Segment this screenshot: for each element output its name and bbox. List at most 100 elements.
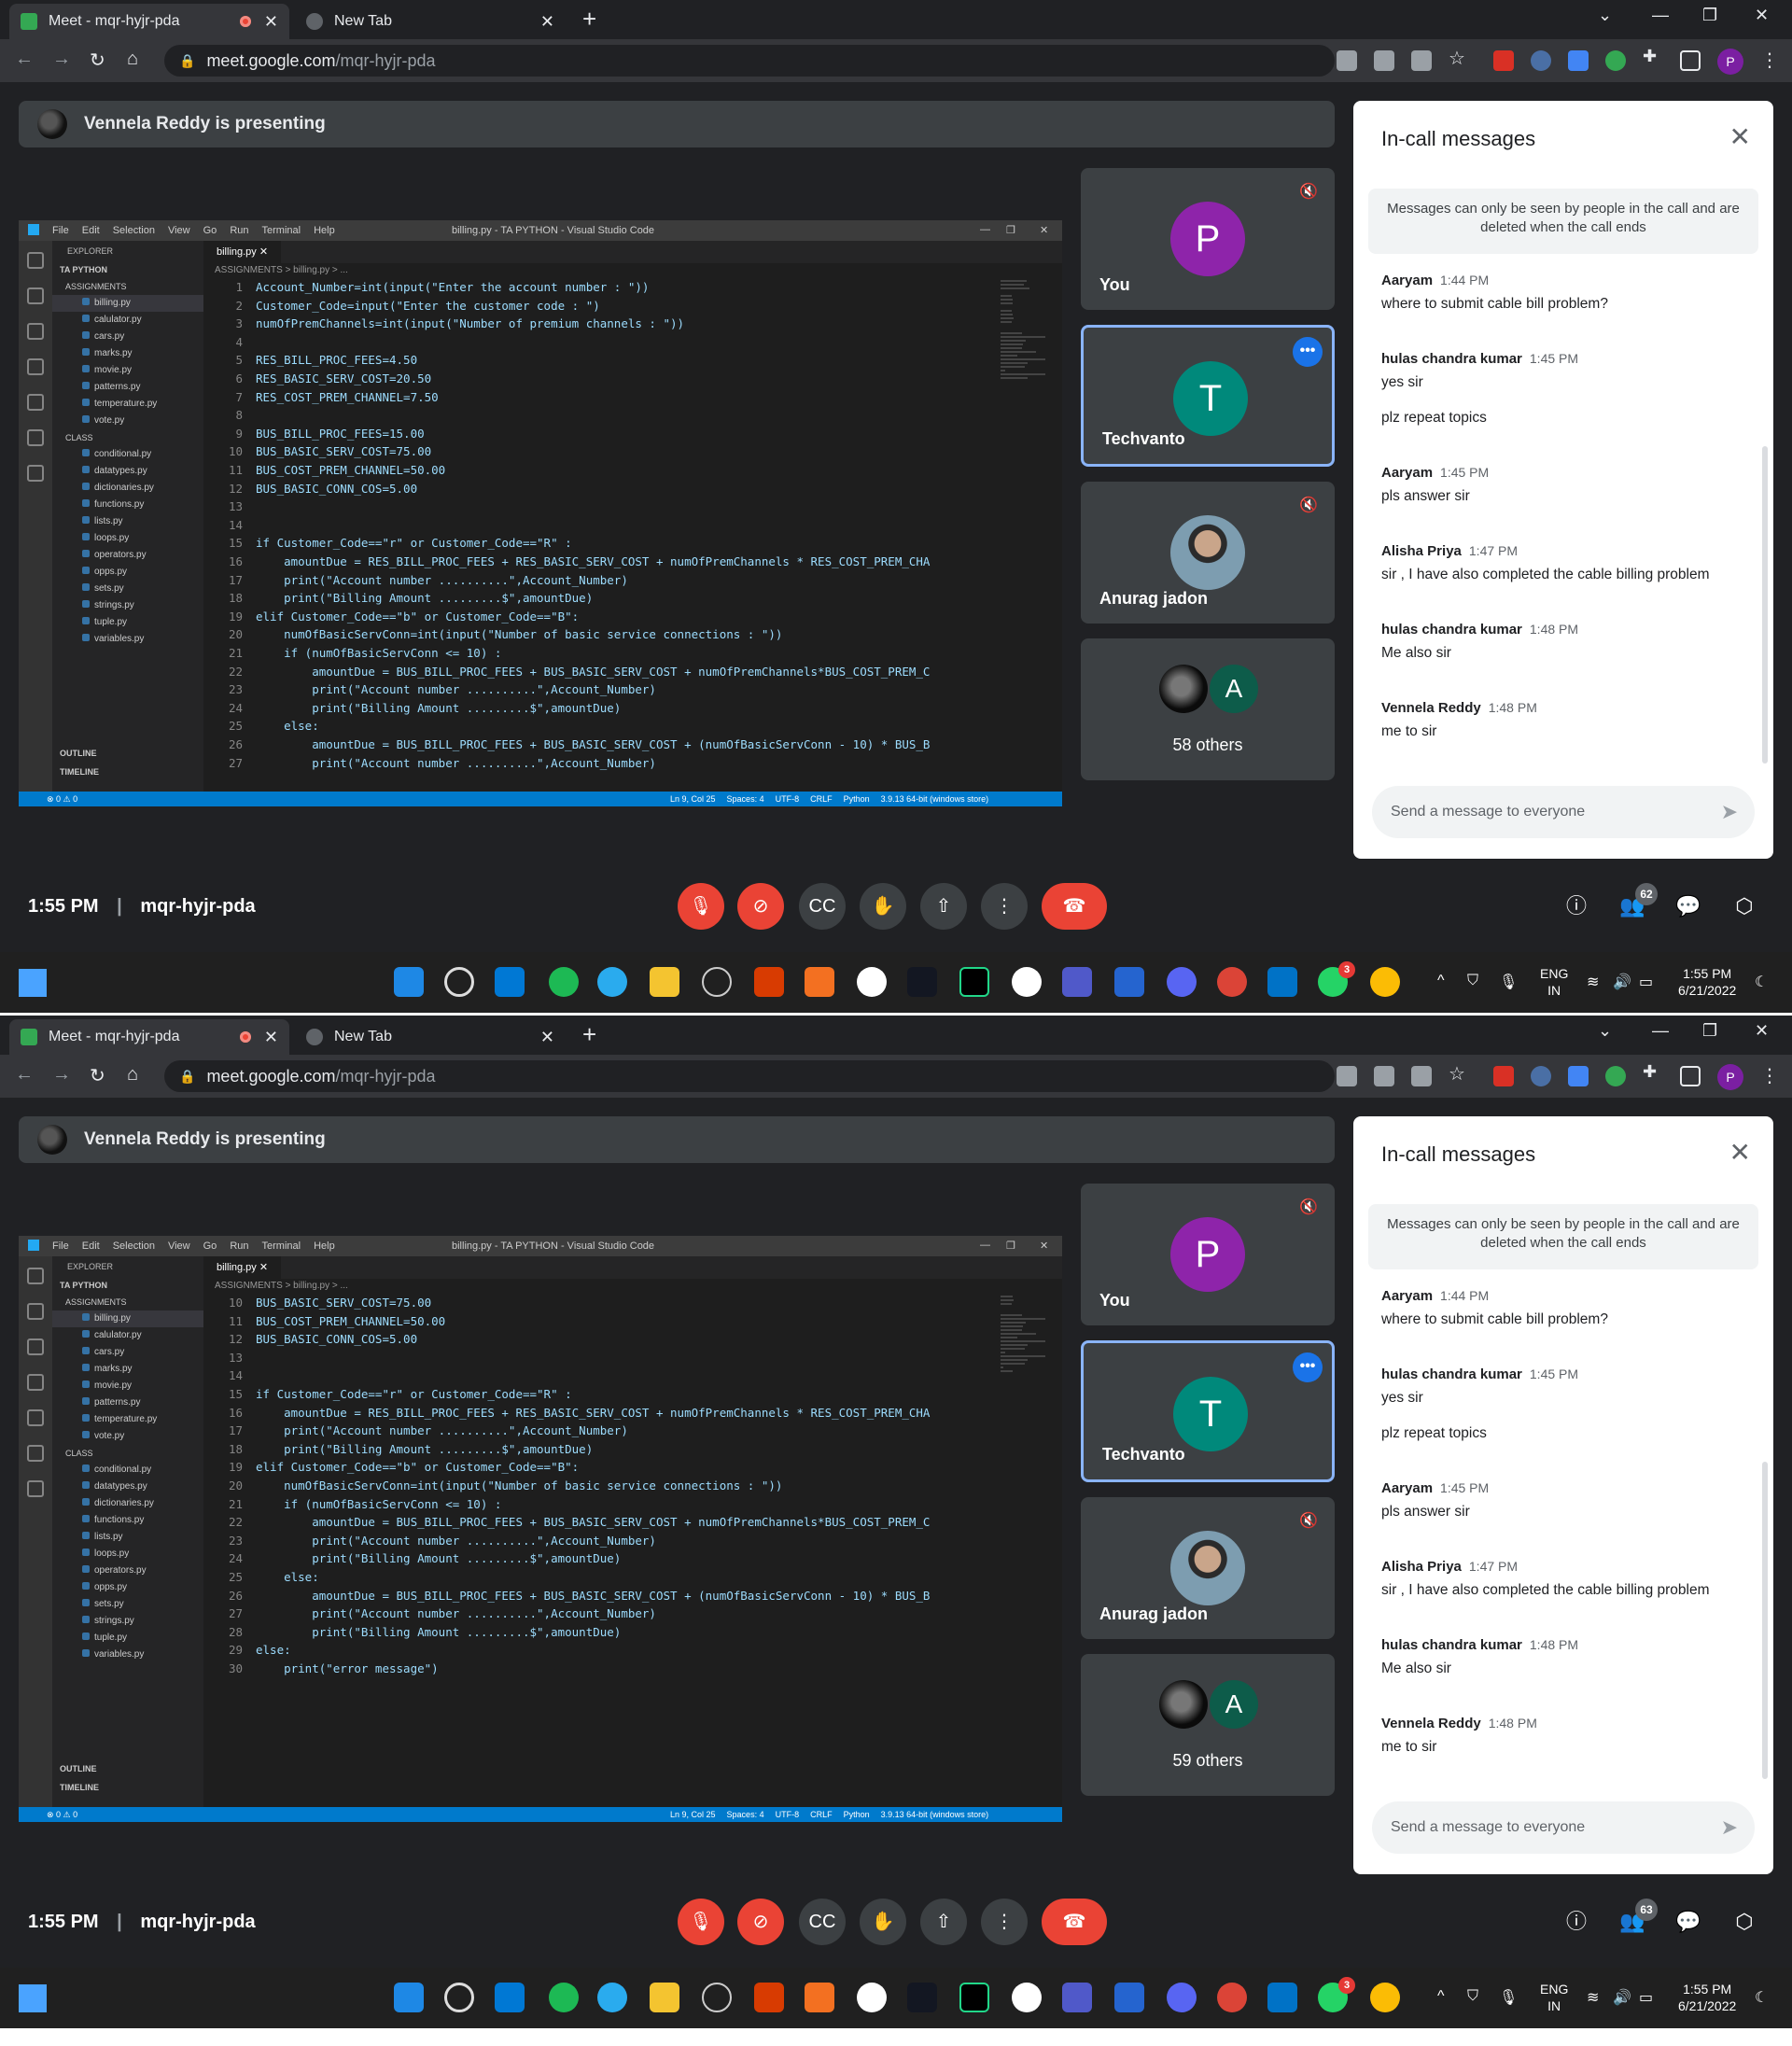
share-icon[interactable] [1411, 50, 1432, 71]
chrome-profile-icon[interactable] [1217, 967, 1247, 997]
language-indicator[interactable]: ENG IN [1540, 965, 1568, 999]
chat-scrollbar[interactable] [1762, 446, 1768, 764]
people-icon[interactable]: 👥 63 [1617, 1899, 1658, 1938]
end-call-icon[interactable]: ☎ [1042, 883, 1107, 930]
tab-search-chevron-icon[interactable]: ⌄ [1598, 6, 1612, 25]
taskbar-search-icon[interactable] [444, 1983, 474, 2012]
spotify-icon[interactable] [549, 967, 579, 997]
windows-widgets-icon[interactable] [19, 969, 47, 997]
close-tab-icon[interactable]: ✕ [264, 1028, 278, 1047]
activities-icon[interactable]: ⬡ [1729, 1906, 1760, 1938]
home-icon[interactable]: ⌂ [127, 49, 138, 70]
back-icon[interactable]: ← [15, 1064, 34, 1086]
raise-hand-icon[interactable]: ✋ [860, 1899, 906, 1945]
battery-icon[interactable]: ▭ [1639, 973, 1653, 991]
participant-tile[interactable]: T Techvanto ••• [1081, 1340, 1335, 1482]
close-chat-icon[interactable]: ✕ [1729, 121, 1751, 152]
chat-message-input[interactable]: Send a message to everyone ➤ [1372, 1801, 1755, 1854]
volume-icon[interactable]: 🔊 [1613, 1988, 1631, 2007]
extension-blue-icon[interactable] [1568, 1066, 1589, 1086]
notification-moon-icon[interactable]: ☾ [1755, 973, 1768, 991]
more-options-icon[interactable]: ⋮ [981, 883, 1028, 930]
todo-icon[interactable] [1114, 1983, 1144, 2012]
back-icon[interactable]: ← [15, 49, 34, 70]
tradingview-icon[interactable] [907, 967, 937, 997]
close-tab-icon[interactable]: ✕ [540, 12, 554, 32]
discord-icon[interactable] [1167, 967, 1197, 997]
participant-tile[interactable]: Anurag jadon 🔇 [1081, 1497, 1335, 1639]
profile-avatar[interactable]: P [1717, 1064, 1743, 1090]
discord-icon[interactable] [1167, 1983, 1197, 2012]
security-tray-icon[interactable]: ⛉ [1467, 973, 1478, 989]
info-icon[interactable]: ⓘ [1561, 890, 1592, 922]
present-icon[interactable]: ⇧ [920, 1899, 967, 1945]
app-orange-icon[interactable] [805, 967, 834, 997]
tab-meet[interactable]: Meet - mqr-hyjr-pda ✕ [9, 1019, 289, 1055]
chrome-icon[interactable] [1370, 967, 1400, 997]
translate-icon[interactable] [1374, 1066, 1394, 1086]
mail-icon[interactable] [1267, 967, 1297, 997]
office-icon[interactable] [754, 967, 784, 997]
mail-icon[interactable] [1267, 1983, 1297, 2012]
close-tab-icon[interactable]: ✕ [540, 1028, 554, 1047]
bookmark-star-icon[interactable]: ☆ [1449, 1062, 1469, 1085]
start-button-icon[interactable] [394, 1983, 424, 2012]
participant-tile[interactable]: T Techvanto ••• [1081, 325, 1335, 467]
camera-off-icon[interactable]: ⊘ [737, 883, 784, 930]
chat-icon[interactable]: 💬 [1673, 890, 1704, 922]
pycharm-icon[interactable] [959, 967, 989, 997]
send-icon[interactable]: ➤ [1721, 786, 1738, 838]
tray-overflow-icon[interactable]: ^ [1437, 1988, 1445, 2005]
participant-more-icon[interactable]: ••• [1293, 337, 1323, 367]
chat-icon[interactable]: 💬 [1673, 1906, 1704, 1938]
system-clock[interactable]: 1:55 PM 6/21/2022 [1678, 1981, 1736, 2014]
close-chat-icon[interactable]: ✕ [1729, 1137, 1751, 1168]
extension-blue-icon[interactable] [1568, 50, 1589, 71]
extension-cursor-icon[interactable] [1531, 50, 1551, 71]
chrome-menu-icon[interactable]: ⋮ [1760, 49, 1779, 72]
whatsapp-icon[interactable]: 3 [1318, 1977, 1355, 2012]
microphone-tray-icon[interactable]: 🎙 [1499, 1988, 1518, 2007]
present-icon[interactable]: ⇧ [920, 883, 967, 930]
chrome-profile-icon[interactable] [1217, 1983, 1247, 2012]
participant-more-icon[interactable]: ••• [1293, 1352, 1323, 1382]
info-icon[interactable]: ⓘ [1561, 1906, 1592, 1938]
captions-icon[interactable]: CC [799, 1899, 846, 1945]
pycharm-icon[interactable] [959, 1983, 989, 2012]
close-window-icon[interactable]: ✕ [1755, 6, 1769, 25]
obs-icon[interactable] [702, 1983, 732, 2012]
app-round-icon[interactable] [1012, 1983, 1042, 2012]
todo-icon[interactable] [1114, 967, 1144, 997]
address-bar[interactable]: 🔒 meet.google.com/mqr-hyjr-pda [164, 1060, 1335, 1092]
extensions-puzzle-icon[interactable]: ✚ [1643, 1062, 1663, 1083]
tab-new-tab[interactable]: New Tab ✕ [295, 1019, 566, 1055]
tab-new-tab[interactable]: New Tab ✕ [295, 4, 566, 39]
mic-off-icon[interactable]: 🎙 [678, 883, 724, 930]
tradingview-icon[interactable] [907, 1983, 937, 2012]
extension-cursor-icon[interactable] [1531, 1066, 1551, 1086]
obs-icon[interactable] [702, 967, 732, 997]
chat-message-input[interactable]: Send a message to everyone ➤ [1372, 786, 1755, 838]
close-window-icon[interactable]: ✕ [1755, 1021, 1769, 1041]
people-icon[interactable]: 👥 62 [1617, 883, 1658, 922]
new-tab-button[interactable]: + [582, 7, 596, 31]
camera-blocked-icon[interactable] [1337, 1066, 1357, 1086]
start-button-icon[interactable] [394, 967, 424, 997]
end-call-icon[interactable]: ☎ [1042, 1899, 1107, 1945]
more-options-icon[interactable]: ⋮ [981, 1899, 1028, 1945]
wifi-icon[interactable]: ≋ [1587, 1988, 1599, 2007]
close-tab-icon[interactable]: ✕ [264, 12, 278, 32]
chat-scrollbar[interactable] [1762, 1462, 1768, 1779]
app-round-icon[interactable] [1012, 967, 1042, 997]
whatsapp-icon[interactable]: 3 [1318, 961, 1355, 997]
mic-off-icon[interactable]: 🎙 [678, 1899, 724, 1945]
teams-icon[interactable] [1062, 967, 1092, 997]
office-icon[interactable] [754, 1983, 784, 2012]
maximize-icon[interactable]: ❐ [1702, 6, 1717, 25]
system-clock[interactable]: 1:55 PM 6/21/2022 [1678, 965, 1736, 999]
extensions-puzzle-icon[interactable]: ✚ [1643, 47, 1663, 67]
camera-off-icon[interactable]: ⊘ [737, 1899, 784, 1945]
camera-blocked-icon[interactable] [1337, 50, 1357, 71]
extension-green-icon[interactable] [1605, 50, 1626, 71]
participant-tile[interactable]: A 59 others [1081, 1654, 1335, 1796]
